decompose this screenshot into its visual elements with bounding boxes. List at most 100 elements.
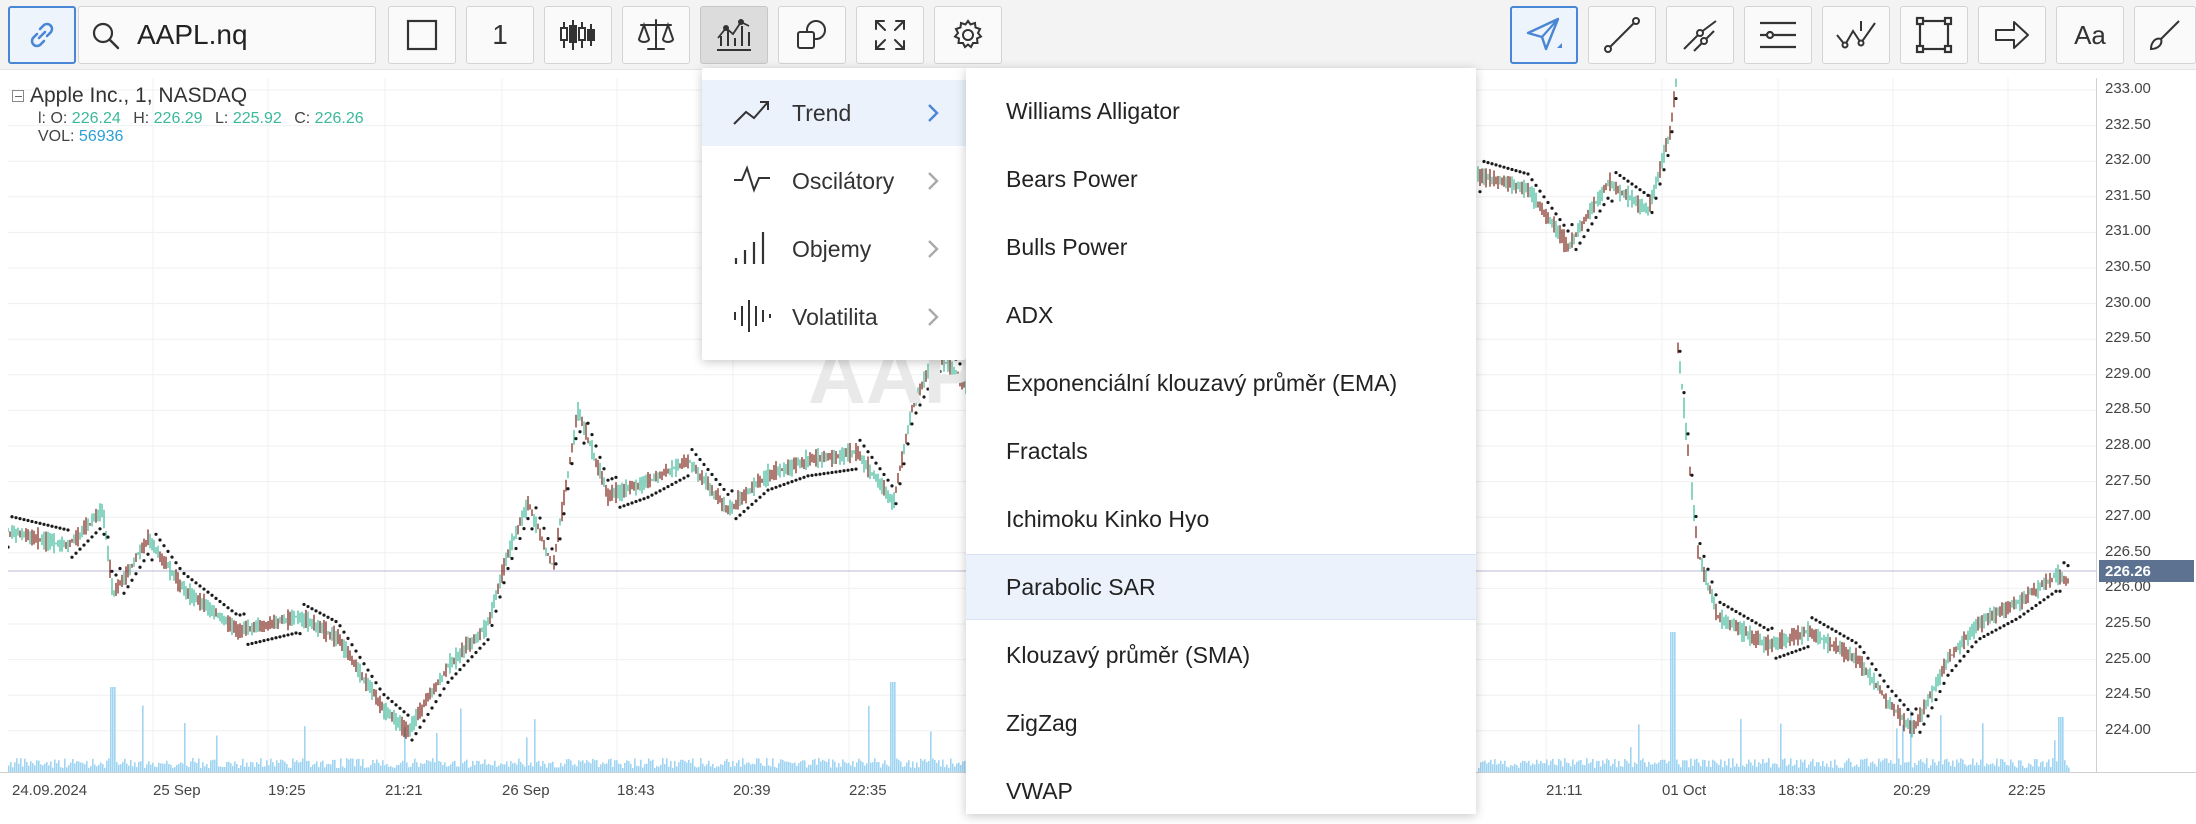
arrow-tool-button[interactable]	[1978, 6, 2046, 64]
indicator-williams-alligator[interactable]: Williams Alligator	[966, 78, 1476, 144]
volume-bar	[544, 763, 546, 772]
settings-button[interactable]	[934, 6, 1002, 64]
indicator-ichimoku[interactable]: Ichimoku Kinko Hyo	[966, 486, 1476, 552]
sar-dot	[122, 591, 126, 595]
chart-style-button[interactable]	[388, 6, 456, 64]
price-axis[interactable]: 233.00 232.50 232.00 231.50 231.00 230.50 230.…	[2096, 78, 2196, 772]
indicator-adx[interactable]: ADX	[966, 282, 1476, 348]
volume-bar	[1650, 764, 1652, 772]
volume-bar	[20, 758, 22, 772]
volume-bar	[140, 761, 142, 772]
volume-bar	[844, 762, 846, 772]
indicator-zigzag[interactable]: ZigZag	[966, 690, 1476, 756]
volume-bar	[790, 762, 792, 772]
link-button[interactable]	[8, 6, 76, 64]
shapes-button[interactable]	[778, 6, 846, 64]
sar-dot	[1570, 222, 1574, 227]
sar-dot	[1538, 189, 1542, 193]
indicator-ema[interactable]: Exponenciální klouzavý průměr (EMA)	[966, 350, 1476, 416]
volume-bar	[958, 762, 960, 772]
category-oscillators-label: Oscilátory	[792, 167, 895, 194]
horizontal-lines-button[interactable]	[1744, 6, 1812, 64]
sar-dot	[462, 663, 466, 667]
volume-bar	[800, 761, 802, 772]
sar-dot	[1922, 722, 1926, 726]
sar-dot	[730, 489, 734, 493]
volume-bar	[936, 762, 938, 772]
sar-dot	[786, 481, 790, 485]
measure-tool-button[interactable]	[1822, 6, 1890, 64]
volume-bar	[528, 765, 530, 772]
volume-bar	[1608, 760, 1610, 772]
volume-bar	[1746, 763, 1748, 772]
volume-bar	[738, 759, 740, 772]
volume-bar	[148, 761, 150, 772]
sar-dot	[1862, 650, 1866, 655]
volume-icon	[732, 230, 772, 271]
line-tool-button[interactable]	[1588, 6, 1656, 64]
indicator-bulls-power[interactable]: Bulls Power	[966, 214, 1476, 280]
volume-bar	[600, 764, 602, 772]
interval-button[interactable]: 1	[466, 6, 534, 64]
sar-dot	[734, 517, 738, 521]
sar-dot	[538, 516, 542, 520]
volume-bar	[816, 764, 818, 772]
volume-bar	[568, 758, 570, 772]
ohlc-open-key: l: O:	[38, 110, 68, 127]
sar-dot	[430, 706, 434, 710]
sar-dot	[322, 613, 326, 617]
volume-bar	[720, 764, 722, 772]
volume-bar	[768, 765, 770, 772]
volume-bar	[278, 762, 280, 772]
volume-bar	[514, 762, 516, 772]
indicator-vwap[interactable]: VWAP	[966, 758, 1476, 824]
category-volatility[interactable]: Volatilita	[702, 284, 966, 350]
volume-bar	[876, 762, 878, 772]
category-oscillators[interactable]: Oscilátory	[702, 148, 966, 214]
volume-bar	[1498, 763, 1500, 772]
volume-bar	[1904, 762, 1906, 772]
sar-dot	[2042, 598, 2046, 602]
volume-bar	[908, 760, 910, 772]
volume-bar	[330, 764, 332, 772]
volume-bar	[124, 758, 126, 772]
candles-button[interactable]	[544, 6, 612, 64]
collapse-legend-icon[interactable]	[12, 90, 24, 102]
volume-bar	[428, 760, 430, 772]
sar-dot	[1930, 706, 1934, 710]
sar-dot	[822, 472, 826, 476]
sar-dot	[1530, 178, 1534, 182]
symbol-search[interactable]	[78, 6, 376, 64]
volume-bar	[1864, 758, 1866, 772]
indicator-parabolic-sar[interactable]: Parabolic SAR	[966, 554, 1476, 620]
volume-bar	[482, 763, 484, 772]
sar-dot	[1890, 689, 1894, 693]
volume-bar	[1516, 765, 1518, 772]
compare-button[interactable]	[622, 6, 690, 64]
indicator-fractals[interactable]: Fractals	[966, 418, 1476, 484]
volume-bar	[670, 760, 672, 772]
volume-bar	[792, 763, 794, 772]
segments-tool-button[interactable]	[1666, 6, 1734, 64]
category-trend[interactable]: Trend	[702, 80, 966, 146]
volume-bar	[1694, 759, 1696, 772]
indicator-bears-power[interactable]: Bears Power	[966, 146, 1476, 212]
volume-bar	[756, 758, 758, 772]
sar-dot	[1566, 229, 1570, 233]
volume-bar	[1956, 759, 1958, 772]
category-volumes[interactable]: Objemy	[702, 216, 966, 282]
rectangle-tool-button[interactable]	[1900, 6, 1968, 64]
volume-bar	[84, 764, 86, 772]
search-input[interactable]	[137, 15, 367, 55]
volume-bar	[68, 764, 70, 772]
sar-dot	[62, 527, 66, 531]
brush-tool-button[interactable]	[2134, 6, 2196, 64]
text-tool-button[interactable]: Aa	[2056, 6, 2124, 64]
cursor-button[interactable]	[1510, 6, 1578, 64]
fullscreen-button[interactable]	[856, 6, 924, 64]
indicator-sma[interactable]: Klouzavý průměr (SMA)	[966, 622, 1476, 688]
indicators-button[interactable]	[700, 6, 768, 64]
volume-bar	[1918, 760, 1920, 772]
sar-dot	[1962, 654, 1966, 658]
volume-bar	[570, 760, 572, 772]
